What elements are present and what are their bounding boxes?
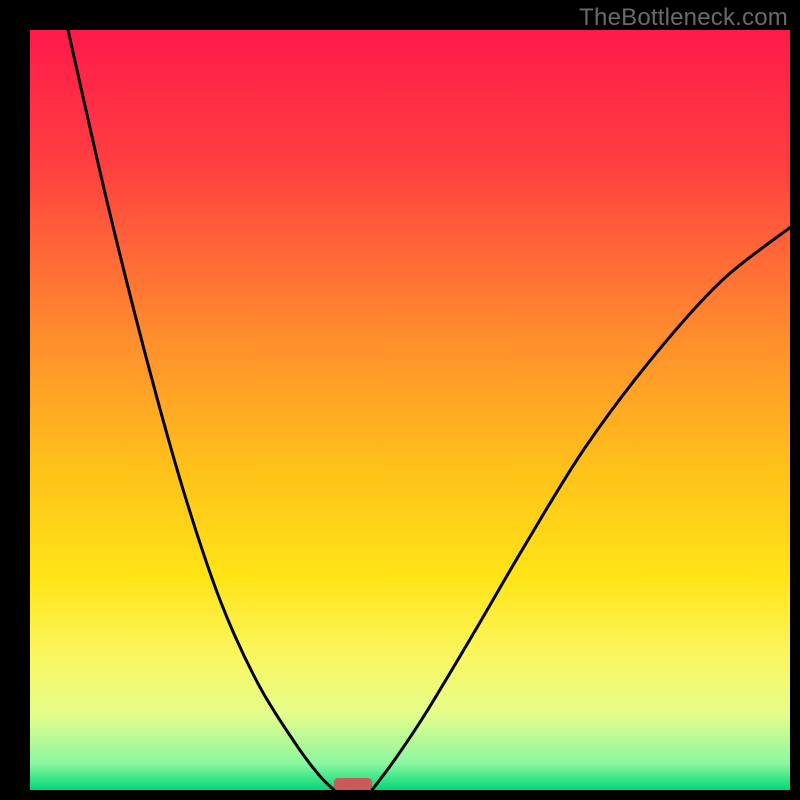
plot-background: [30, 30, 790, 790]
highlight-bar: [334, 778, 372, 790]
watermark-text: TheBottleneck.com: [579, 4, 788, 32]
chart-frame: TheBottleneck.com: [0, 0, 800, 800]
bottleneck-chart: [0, 0, 800, 800]
